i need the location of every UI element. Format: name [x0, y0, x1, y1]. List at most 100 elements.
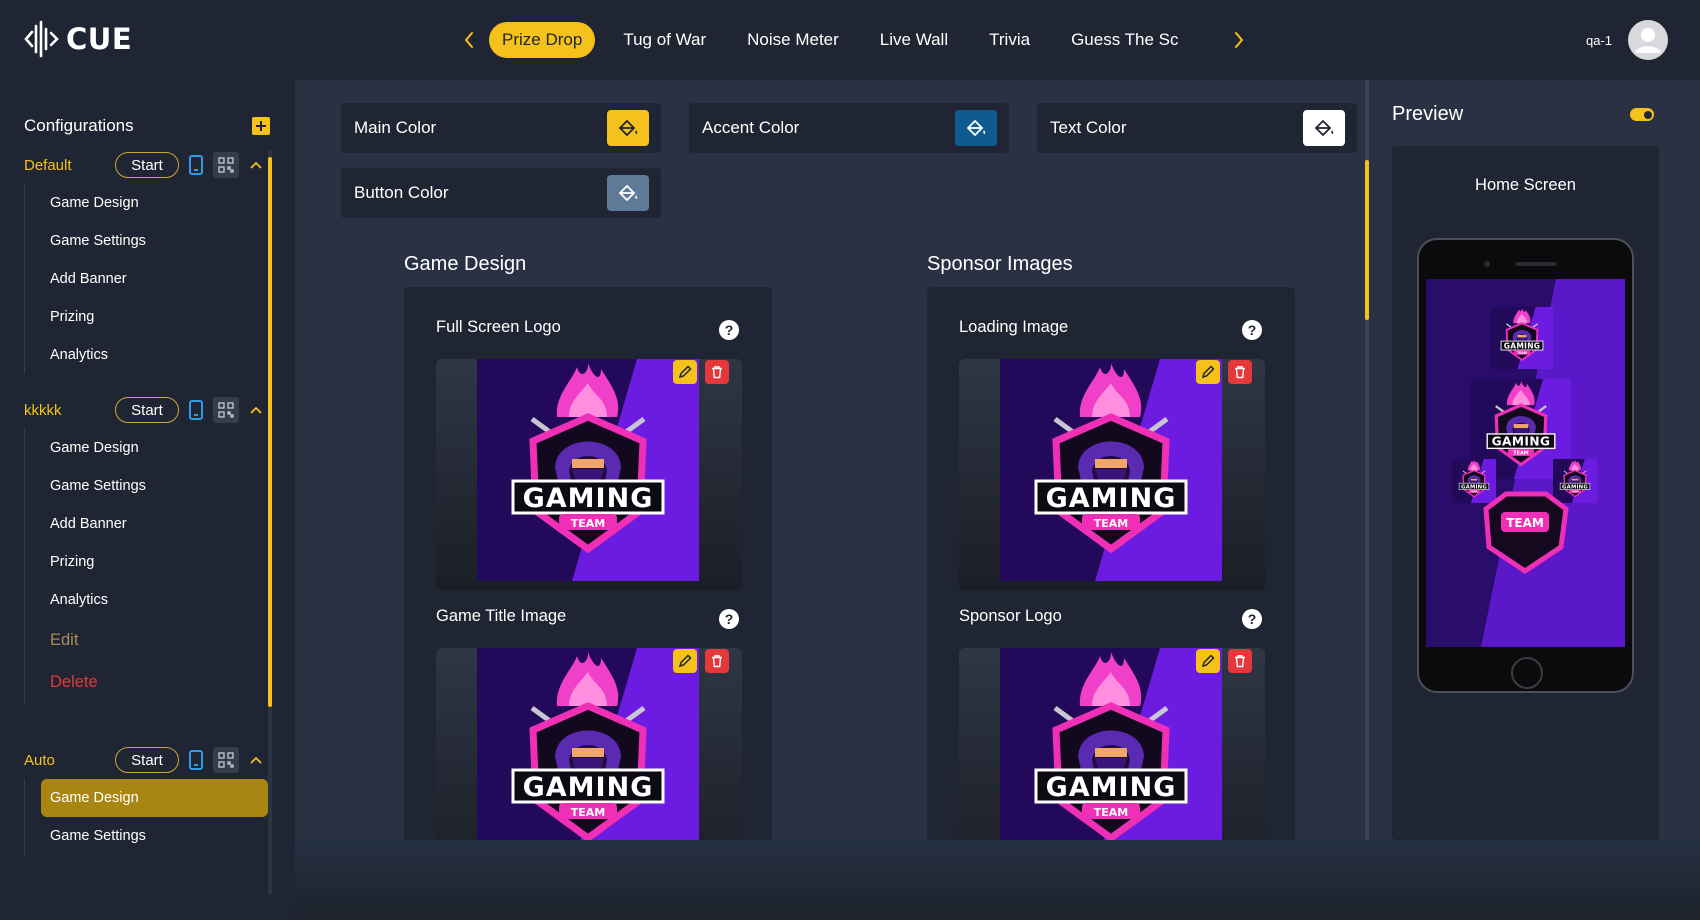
- qr-glyph: [218, 157, 234, 173]
- phone-speaker: [1515, 262, 1557, 266]
- menu-item-game-design[interactable]: Game Design: [25, 429, 268, 467]
- tab-live-wall[interactable]: Live Wall: [867, 22, 961, 58]
- phone-icon[interactable]: [189, 750, 203, 770]
- full-screen-logo-help-icon[interactable]: ?: [719, 320, 739, 340]
- menu-item-game-settings[interactable]: Game Settings: [25, 817, 268, 855]
- full-screen-logo-image[interactable]: [436, 359, 742, 591]
- brand-name: CUE: [66, 22, 133, 56]
- configurations-list[interactable]: Default Start Game Design Game Settings …: [0, 150, 272, 895]
- config-default: Default Start Game Design Game Settings …: [0, 150, 268, 374]
- phone-home-button: [1511, 657, 1543, 689]
- user-menu[interactable]: qa-1: [1586, 20, 1668, 60]
- sponsor-logo-help-icon[interactable]: ?: [1242, 609, 1262, 629]
- collapse-chevron-up-icon[interactable]: [248, 402, 264, 418]
- delete-image-button[interactable]: [705, 360, 729, 384]
- menu-item-analytics[interactable]: Analytics: [25, 336, 268, 374]
- button-color-card: Button Color: [341, 168, 661, 218]
- delete-image-button[interactable]: [1228, 360, 1252, 384]
- sponsor-logo-image[interactable]: [959, 648, 1265, 840]
- pencil-icon: [1201, 365, 1215, 379]
- edit-config-link[interactable]: Edit: [25, 619, 268, 661]
- game-title-image[interactable]: [436, 648, 742, 840]
- tab-strip: Prize Drop Tug of War Noise Meter Live W…: [489, 22, 1219, 58]
- home-screen-preview-image: TEAM: [1426, 279, 1625, 647]
- avatar[interactable]: [1628, 20, 1668, 60]
- menu-item-prizing[interactable]: Prizing: [25, 298, 268, 336]
- chevron-right-icon: [1235, 32, 1244, 48]
- qr-code-icon[interactable]: [213, 397, 239, 423]
- menu-item-game-settings[interactable]: Game Settings: [25, 222, 268, 260]
- config-name[interactable]: Default: [24, 157, 115, 174]
- paint-bucket-icon: [966, 119, 986, 137]
- delete-config-link[interactable]: Delete: [25, 661, 268, 703]
- main-scrollbar[interactable]: [1365, 160, 1369, 320]
- game-title-image-help-icon[interactable]: ?: [719, 609, 739, 629]
- phone-mockup: TEAM: [1417, 238, 1634, 693]
- top-bar: CUE Prize Drop Tug of War Noise Meter Li…: [0, 0, 1700, 80]
- paint-bucket-icon: [618, 184, 638, 202]
- sidebar-scrollbar[interactable]: [268, 157, 272, 707]
- menu-item-game-settings[interactable]: Game Settings: [25, 467, 268, 505]
- menu-item-prizing[interactable]: Prizing: [25, 543, 268, 581]
- menu-item-game-design[interactable]: Game Design: [25, 184, 268, 222]
- game-design-title: Game Design: [404, 253, 527, 275]
- nav-next-button[interactable]: [1225, 21, 1253, 59]
- nav-prev-button[interactable]: [455, 21, 483, 59]
- tab-trivia[interactable]: Trivia: [976, 22, 1043, 58]
- edit-image-button[interactable]: [1196, 360, 1220, 384]
- qr-code-icon[interactable]: [213, 152, 239, 178]
- delete-image-button[interactable]: [1228, 649, 1252, 673]
- add-configuration-button[interactable]: [252, 117, 270, 135]
- accent-color-swatch[interactable]: [955, 110, 997, 146]
- phone-screen: TEAM: [1426, 279, 1625, 647]
- text-color-card: Text Color: [1037, 103, 1357, 153]
- game-title-image-label: Game Title Image: [436, 607, 567, 625]
- menu-item-analytics[interactable]: Analytics: [25, 581, 268, 619]
- paint-bucket-icon: [618, 119, 638, 137]
- gaming-team-logo-image: [1000, 648, 1222, 840]
- chevron-up-icon: [250, 161, 262, 169]
- brand-logo[interactable]: CUE: [24, 20, 132, 58]
- tab-tug-of-war[interactable]: Tug of War: [610, 22, 719, 58]
- config-items: Game Design Game Settings Add Banner Pri…: [24, 184, 268, 374]
- edit-image-button[interactable]: [1196, 649, 1220, 673]
- main-color-swatch[interactable]: [607, 110, 649, 146]
- config-name[interactable]: kkkkk: [24, 402, 115, 419]
- menu-item-add-banner[interactable]: Add Banner: [25, 260, 268, 298]
- start-button[interactable]: Start: [115, 152, 179, 178]
- loading-image[interactable]: [959, 359, 1265, 591]
- button-color-swatch[interactable]: [607, 175, 649, 211]
- config-name[interactable]: Auto: [24, 752, 115, 769]
- qr-code-icon[interactable]: [213, 747, 239, 773]
- menu-item-game-design-active[interactable]: Game Design: [41, 779, 268, 817]
- accent-color-card: Accent Color: [689, 103, 1009, 153]
- config-auto: Auto Start Game Design Game Settings: [0, 745, 268, 855]
- start-button[interactable]: Start: [115, 397, 179, 423]
- loading-image-help-icon[interactable]: ?: [1242, 320, 1262, 340]
- menu-item-add-banner[interactable]: Add Banner: [25, 505, 268, 543]
- gaming-team-logo-image: [1000, 359, 1222, 581]
- collapse-chevron-up-icon[interactable]: [248, 157, 264, 173]
- cue-logo-icon: [24, 20, 59, 58]
- qr-glyph: [218, 752, 234, 768]
- edit-image-button[interactable]: [673, 649, 697, 673]
- gaming-team-logo-image: [477, 648, 699, 840]
- preview-toggle[interactable]: [1630, 108, 1654, 121]
- phone-camera: [1484, 261, 1490, 267]
- text-color-swatch[interactable]: [1303, 110, 1345, 146]
- phone-icon[interactable]: [189, 400, 203, 420]
- phone-icon[interactable]: [189, 155, 203, 175]
- delete-image-button[interactable]: [705, 649, 729, 673]
- start-button[interactable]: Start: [115, 747, 179, 773]
- tab-guess-the-score[interactable]: Guess The Sc: [1058, 22, 1191, 58]
- game-design-panel: Full Screen Logo ? Game Title Image ?: [404, 287, 772, 840]
- config-items: Game Design Game Settings: [24, 779, 268, 855]
- chevron-up-icon: [250, 756, 262, 764]
- main-footer: [295, 840, 1700, 920]
- tab-prize-drop[interactable]: Prize Drop: [489, 22, 596, 58]
- edit-image-button[interactable]: [673, 360, 697, 384]
- collapse-chevron-up-icon[interactable]: [248, 752, 264, 768]
- game-tabs: Prize Drop Tug of War Noise Meter Live W…: [455, 21, 1253, 59]
- text-color-label: Text Color: [1050, 118, 1127, 137]
- tab-noise-meter[interactable]: Noise Meter: [734, 22, 852, 58]
